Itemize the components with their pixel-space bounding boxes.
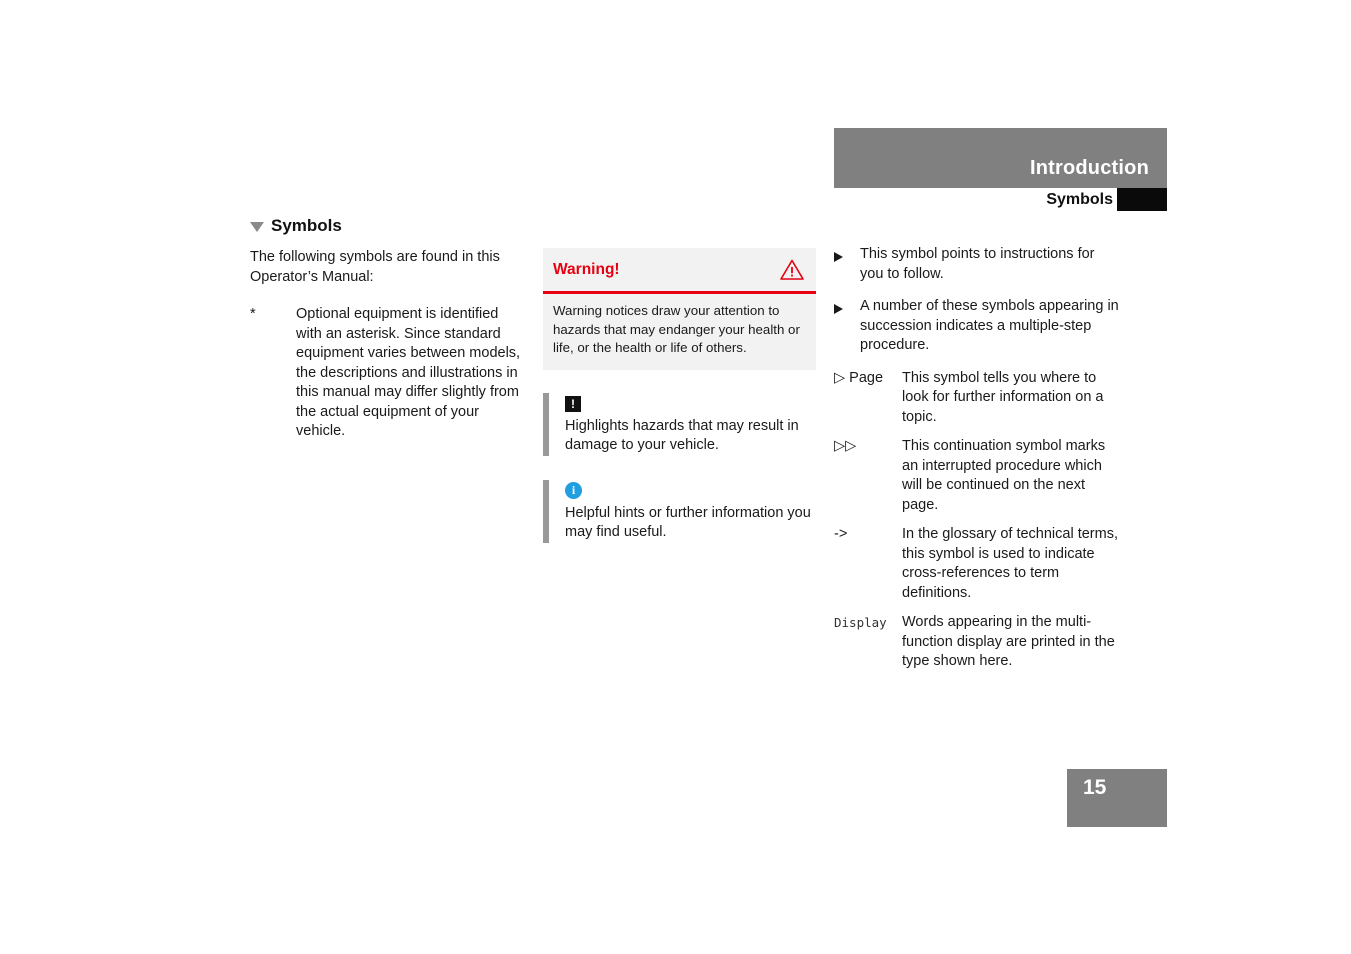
- asterisk-note-text: Optional equipment is identified with an…: [296, 306, 521, 439]
- page-title-label: Symbols: [271, 216, 342, 235]
- asterisk-note: * Optional equipment is identified with …: [250, 305, 525, 442]
- notice-hint: i Helpful hints or further information y…: [543, 479, 816, 543]
- column-symbol-legend: This symbol points to instructions for y…: [834, 245, 1119, 682]
- asterisk-marker: *: [250, 306, 256, 322]
- notice-damage-text: Highlights hazards that may result in da…: [565, 417, 799, 454]
- legend-term-crossref: ->: [834, 526, 848, 542]
- legend-definition-row: -> In the glossary of technical terms, t…: [834, 525, 1119, 603]
- bullet-marker: [834, 297, 860, 356]
- header-subtitle: Symbols: [1046, 191, 1113, 208]
- legend-bullet-text: A number of these symbols appearing in s…: [860, 298, 1119, 353]
- column-symbols-intro: Symbols The following symbols are found …: [250, 216, 525, 442]
- header-subtitle-row: Symbols: [834, 188, 1117, 211]
- page-number-box: 15: [1067, 769, 1167, 827]
- legend-definition-row: ▷▷ This continuation symbol marks an int…: [834, 437, 1119, 515]
- legend-term-continuation: ▷▷: [834, 438, 857, 454]
- warning-header: Warning!: [543, 248, 816, 291]
- legend-definition-text: In the glossary of technical terms, this…: [902, 526, 1118, 601]
- legend-term-page: ▷ Page: [834, 369, 884, 386]
- notice-damage: ! Highlights hazards that may result in …: [543, 392, 816, 456]
- warning-title: Warning!: [553, 260, 620, 278]
- column-notice-boxes: Warning! Warning notices draw your atten…: [543, 248, 816, 543]
- triangle-down-icon: [250, 222, 264, 232]
- intro-paragraph: The following symbols are found in this …: [250, 249, 500, 285]
- page-title: Symbols: [250, 216, 525, 236]
- legend-bullet-item: A number of these symbols appearing in s…: [834, 297, 1119, 356]
- warning-box: Warning! Warning notices draw your atten…: [543, 248, 816, 370]
- notice-side-bar: [543, 392, 549, 456]
- header-band: Introduction: [834, 128, 1167, 188]
- legend-definition-text: This symbol tells you where to look for …: [902, 369, 1104, 425]
- legend-definition-text: Words appearing in the multi-function di…: [902, 614, 1115, 669]
- warning-body-text: Warning notices draw your attention to h…: [553, 303, 800, 355]
- header-title: Introduction: [1029, 157, 1149, 179]
- legend-definition-row: ▷ Page This symbol tells you where to lo…: [834, 369, 1119, 428]
- legend-bullet-item: This symbol points to instructions for y…: [834, 245, 1119, 284]
- bullet-marker: [834, 245, 860, 284]
- notice-icon-row: !: [565, 393, 816, 415]
- legend-bullet-text: This symbol points to instructions for y…: [860, 246, 1095, 282]
- info-circle-icon: i: [565, 482, 582, 499]
- triangle-right-filled-icon: [834, 252, 843, 262]
- legend-definition-text: This continuation symbol marks an interr…: [902, 438, 1106, 513]
- page-number: 15: [1083, 776, 1107, 799]
- document-page: Introduction Symbols Symbols The followi…: [0, 0, 1351, 954]
- header-tab-marker: [1117, 188, 1167, 211]
- notice-hint-text: Helpful hints or further information you…: [565, 504, 811, 541]
- notice-side-bar: [543, 479, 549, 543]
- triangle-right-filled-icon: [834, 304, 843, 314]
- legend-definition-row: Display Words appearing in the multi-fun…: [834, 613, 1119, 672]
- legend-term-display: Display: [834, 615, 887, 630]
- notice-icon-row: i: [565, 480, 816, 502]
- exclamation-box-icon: !: [565, 395, 581, 412]
- warning-triangle-icon: [780, 259, 804, 280]
